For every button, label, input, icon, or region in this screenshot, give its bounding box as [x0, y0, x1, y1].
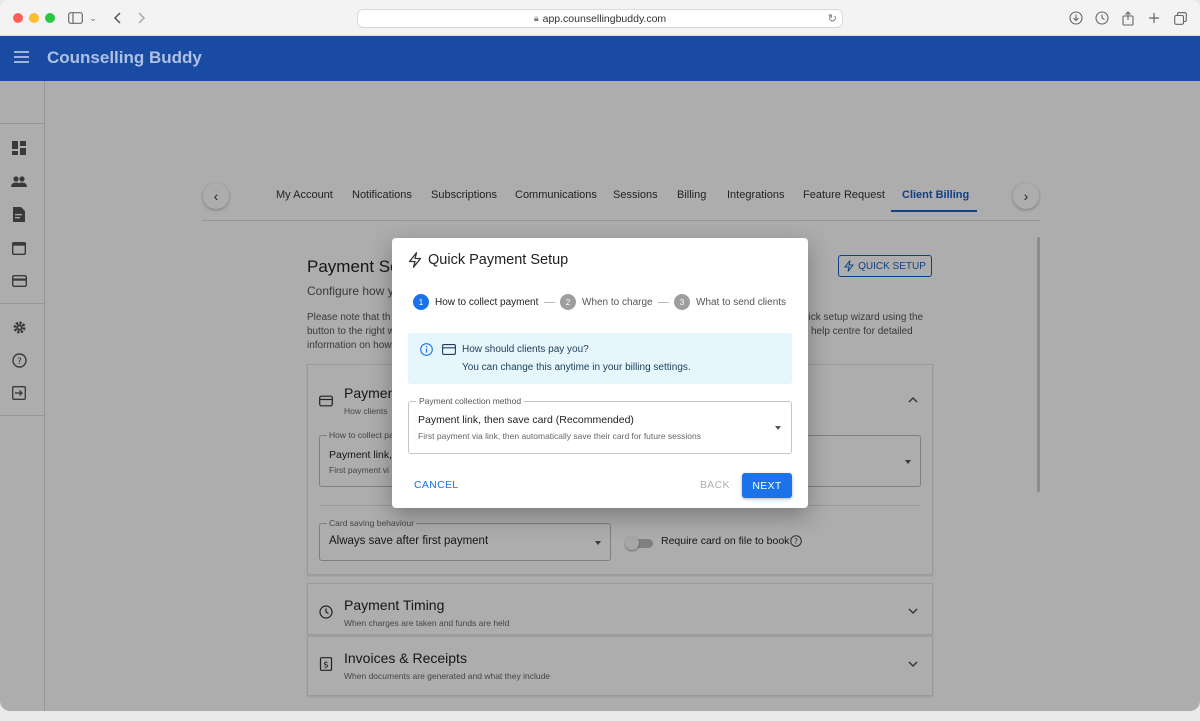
new-tab-icon[interactable] — [1146, 9, 1162, 27]
chevron-down-icon[interactable]: ⌄ — [88, 9, 98, 27]
address-bar[interactable]: 🔒︎ app.counsellingbuddy.com ↻ — [357, 9, 843, 28]
step-number: 1 — [413, 294, 429, 310]
browser-window: ⌄ 🔒︎ app.counsellingbuddy.com ↻ Counsell… — [0, 0, 1200, 711]
back-nav-icon[interactable] — [110, 9, 124, 27]
browser-toolbar: ⌄ 🔒︎ app.counsellingbuddy.com ↻ — [0, 0, 1200, 36]
next-button[interactable]: NEXT — [742, 473, 792, 498]
minimize-window-button[interactable] — [29, 13, 39, 23]
back-button[interactable]: BACK — [700, 479, 730, 491]
lock-icon: 🔒︎ — [533, 13, 539, 23]
dialog-title: Quick Payment Setup — [428, 252, 569, 268]
step-label: What to send clients — [696, 296, 787, 308]
payment-collection-method-select[interactable]: Payment collection method Payment link, … — [408, 396, 792, 454]
share-icon[interactable] — [1120, 9, 1136, 27]
forward-nav-icon[interactable] — [135, 9, 149, 27]
hamburger-menu-icon[interactable] — [14, 51, 29, 63]
select-label: Payment collection method — [416, 396, 525, 406]
maximize-window-button[interactable] — [45, 13, 55, 23]
app-header: Counselling Buddy — [0, 36, 1200, 81]
info-text: You can change this anytime in your bill… — [462, 362, 691, 373]
step-label: When to charge — [582, 296, 653, 308]
select-value: Payment link, then save card (Recommende… — [418, 414, 634, 426]
tab-overview-icon[interactable] — [1172, 9, 1188, 27]
info-title: How should clients pay you? — [462, 344, 589, 355]
cancel-button[interactable]: CANCEL — [414, 479, 458, 491]
close-window-button[interactable] — [13, 13, 23, 23]
app-title: Counselling Buddy — [47, 48, 202, 67]
lightning-icon — [408, 252, 422, 268]
reload-icon[interactable]: ↻ — [828, 12, 837, 25]
step-2: 2 When to charge — [560, 294, 653, 310]
url-text: app.counsellingbuddy.com — [542, 12, 667, 25]
step-3: 3 What to send clients — [674, 294, 786, 310]
info-icon — [420, 343, 433, 356]
select-help: First payment via link, then automatical… — [418, 431, 701, 441]
download-icon[interactable] — [1068, 9, 1084, 27]
quick-payment-setup-dialog: Quick Payment Setup 1 How to collect pay… — [392, 238, 808, 508]
sidebar-toggle-icon[interactable] — [67, 9, 83, 27]
step-label: How to collect payment — [435, 296, 539, 308]
step-number: 2 — [560, 294, 576, 310]
history-icon[interactable] — [1094, 9, 1110, 27]
step-1: 1 How to collect payment — [413, 294, 538, 310]
credit-card-icon — [442, 344, 456, 355]
info-alert: How should clients pay you? You can chan… — [408, 333, 792, 384]
caret-down-icon — [775, 426, 781, 430]
step-number: 3 — [674, 294, 690, 310]
